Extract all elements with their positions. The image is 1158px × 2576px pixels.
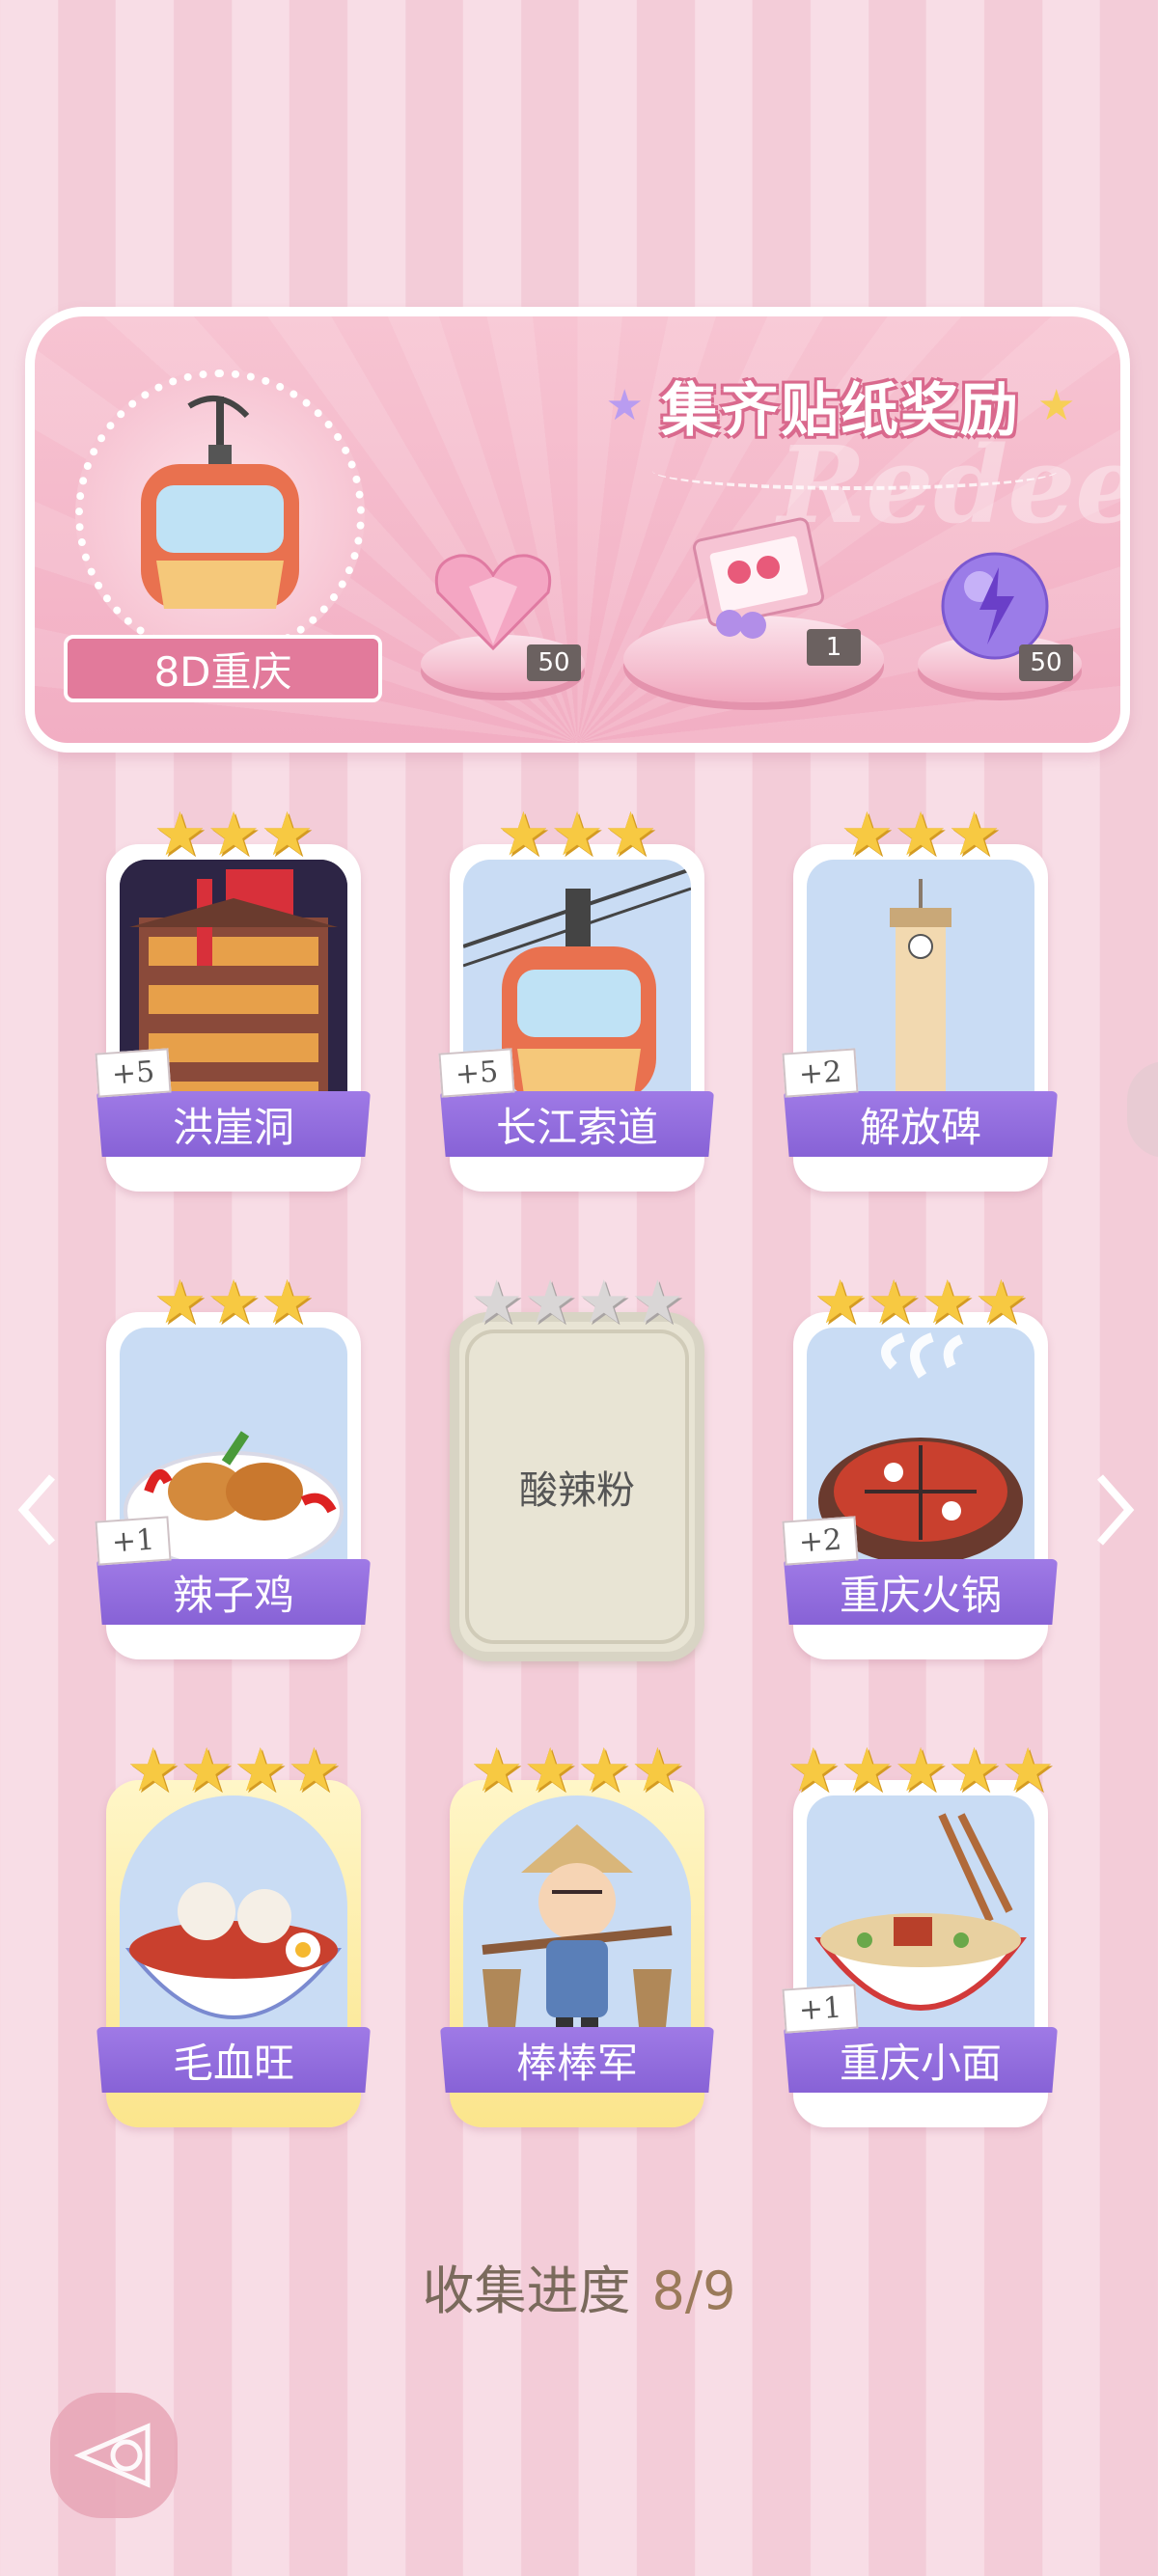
pink-heart-gem-icon	[434, 554, 552, 651]
star-icon: ★	[1001, 1735, 1055, 1805]
star-icon: ★	[234, 1735, 288, 1805]
chevron-right-icon	[1097, 1474, 1135, 1546]
sticker-card[interactable]: 重庆火锅 +2 ★ ★ ★ ★	[782, 1267, 1058, 1659]
bonus-tag: +5	[438, 1048, 515, 1098]
card-name: 毛血旺	[96, 2027, 371, 2093]
star-icon: ★	[840, 1735, 895, 1805]
star-rating: ★ ★ ★ ★	[440, 1735, 714, 1805]
star-rating: ★ ★ ★ ★	[784, 1267, 1058, 1337]
back-arrow-icon	[73, 2423, 151, 2488]
star-icon: ★	[867, 1267, 921, 1337]
star-icon: ★	[260, 1267, 315, 1337]
card-name: 长江索道	[440, 1091, 714, 1157]
star-icon: ★	[813, 1267, 868, 1337]
star-icon: ★	[469, 1735, 524, 1805]
card-name: 重庆火锅	[784, 1559, 1058, 1625]
bonus-tag: +1	[95, 1516, 172, 1566]
bonus-tag: +1	[782, 1984, 859, 2034]
next-page-arrow[interactable]	[1090, 1466, 1139, 1553]
sticker-card[interactable]: 洪崖洞 +5 ★ ★ ★	[95, 799, 371, 1192]
sticker-card[interactable]: 解放碑 +2 ★ ★ ★	[782, 799, 1058, 1192]
star-icon: ★	[894, 799, 948, 869]
sticker-card[interactable]: 毛血旺 ★ ★ ★ ★	[96, 1735, 371, 2127]
star-icon: ★	[786, 1735, 841, 1805]
back-button[interactable]	[50, 2393, 178, 2518]
star-icon: ★	[496, 799, 551, 869]
star-icon: ★	[260, 799, 315, 869]
sticker-card[interactable]: 棒棒军 ★ ★ ★ ★	[440, 1735, 714, 2127]
card-name: 辣子鸡	[96, 1559, 371, 1625]
sticker-card[interactable]: 辣子鸡 +1 ★ ★ ★	[95, 1267, 371, 1659]
star-rating: ★ ★ ★ ★	[440, 1267, 714, 1337]
side-drawer-tab[interactable]	[1127, 1061, 1158, 1158]
sticker-card-locked[interactable]: 酸辣粉 ★ ★ ★ ★	[440, 1267, 714, 1661]
star-rating: ★ ★ ★	[96, 799, 371, 869]
prev-page-arrow[interactable]	[14, 1466, 62, 1553]
reward-count: 1	[807, 629, 861, 666]
reward-banner: 8D重庆 ★ 集齐贴纸奖励 ★ Redeem 50 1	[25, 307, 1130, 753]
star-icon: ★	[947, 1735, 1002, 1805]
star-rating: ★ ★ ★ ★ ★	[784, 1735, 1058, 1805]
star-icon: ★	[974, 1267, 1029, 1337]
progress-label: 收集进度	[422, 2261, 631, 2321]
star-icon: ★	[577, 1735, 631, 1805]
star-icon: ★	[603, 799, 658, 869]
star-icon: ★	[207, 1267, 261, 1337]
star-rating: ★ ★ ★	[784, 799, 1058, 869]
star-icon: ★	[550, 799, 604, 869]
progress-value: 8/9	[651, 2261, 736, 2321]
star-icon: ★	[207, 799, 261, 869]
reward-count: 50	[527, 644, 581, 681]
city-label: 8D重庆	[64, 635, 382, 702]
star-icon: ★	[523, 1735, 577, 1805]
collection-progress: 收集进度 8/9	[0, 2248, 1158, 2324]
star-icon: ★	[523, 1267, 577, 1337]
star-icon: ★	[630, 1735, 685, 1805]
reward-count: 50	[1019, 644, 1073, 681]
card-name: 棒棒军	[440, 2027, 714, 2093]
star-icon: ★	[840, 799, 895, 869]
star-rating: ★ ★ ★	[440, 799, 714, 869]
chevron-left-icon	[17, 1474, 55, 1546]
star-icon: ★	[894, 1735, 948, 1805]
star-icon: ★	[605, 380, 644, 430]
star-icon: ★	[921, 1267, 975, 1337]
bonus-tag: +2	[782, 1048, 859, 1098]
card-name: 洪崖洞	[96, 1091, 371, 1157]
star-icon: ★	[287, 1735, 342, 1805]
star-icon: ★	[630, 1267, 685, 1337]
star-icon: ★	[152, 1267, 207, 1337]
star-icon: ★	[577, 1267, 631, 1337]
star-icon: ★	[469, 1267, 524, 1337]
star-rating: ★ ★ ★	[96, 1267, 371, 1337]
sticker-card[interactable]: 重庆小面 +1 ★ ★ ★ ★ ★	[782, 1735, 1058, 2127]
star-icon: ★	[947, 799, 1002, 869]
star-icon: ★	[179, 1735, 234, 1805]
card-name: 解放碑	[784, 1091, 1058, 1157]
star-rating: ★ ★ ★ ★	[96, 1735, 371, 1805]
locked-card-name: 酸辣粉	[465, 1329, 689, 1644]
star-icon: ★	[152, 799, 207, 869]
bonus-tag: +5	[95, 1048, 172, 1098]
card-name: 重庆小面	[784, 2027, 1058, 2093]
city-medallion	[75, 370, 365, 659]
star-icon: ★	[125, 1735, 180, 1805]
bonus-tag: +2	[782, 1516, 859, 1566]
sticker-card[interactable]: 长江索道 +5 ★ ★ ★	[438, 799, 714, 1192]
cable-car-icon	[141, 396, 299, 609]
